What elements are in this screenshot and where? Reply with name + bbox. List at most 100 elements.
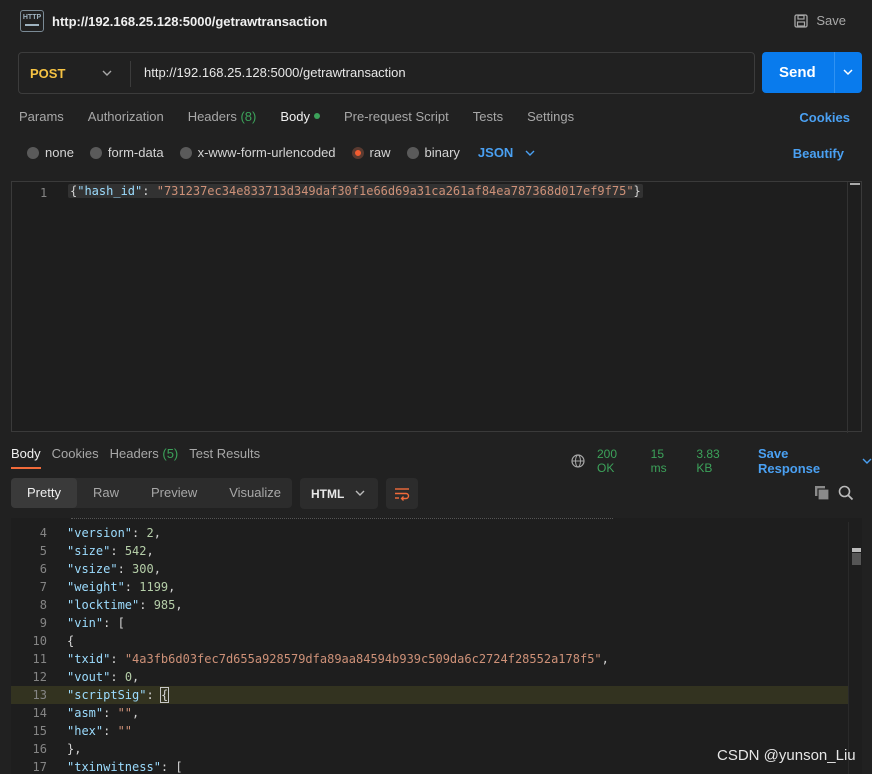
body-type-options: none form-data x-www-form-urlencoded raw… [27,145,535,160]
colon: : [103,724,118,738]
copy-icon[interactable] [814,485,830,501]
scrollbar-thumb[interactable] [850,183,860,185]
request-body-editor[interactable]: 1 {"hash_id": "731237ec34e833713d349daf3… [11,181,862,433]
response-tab-body[interactable]: Body [11,446,41,469]
radio-button[interactable] [406,146,419,159]
view-preview[interactable]: Preview [135,478,213,508]
colon: : [110,544,125,558]
tab-params[interactable]: Params [19,109,64,129]
status-code[interactable]: 200 OK [597,447,638,475]
tab-body[interactable]: Body [280,109,320,129]
response-meta: 200 OK 15 ms 3.83 KB Save Response [571,446,872,476]
scrollbar-thumb[interactable] [852,548,861,552]
beautify-button[interactable]: Beautify [793,146,844,161]
response-tab-test-results[interactable]: Test Results [189,446,260,469]
request-tab-title[interactable]: http://192.168.25.128:5000/getrawtransac… [52,14,327,29]
body-format-select[interactable]: JSON [478,145,535,160]
json-punctuation: , [153,526,161,540]
response-tab-headers-label: Headers [109,446,159,461]
json-key: "scriptSig" [67,688,147,702]
json-value: 542 [124,544,147,558]
radio-button-selected[interactable] [351,146,364,159]
code-text: "hex": "" [67,722,132,740]
tab-settings[interactable]: Settings [527,109,574,129]
json-value: 1199 [139,580,169,594]
radio-button[interactable] [179,146,192,159]
radio-none[interactable]: none [27,145,74,160]
chevron-down-icon [862,458,872,464]
code-line[interactable]: 7 "weight": 1199, [11,578,862,596]
radio-none-label: none [45,145,74,160]
method-select[interactable]: POST [30,66,65,81]
radio-form-data[interactable]: form-data [89,145,164,160]
chevron-down-icon[interactable] [101,68,113,78]
line-number: 17 [32,760,47,774]
view-raw[interactable]: Raw [77,478,135,508]
json-value: "" [117,706,133,720]
code-line[interactable]: 13 "scriptSig": { [11,686,862,704]
json-key: "version" [67,526,133,540]
tab-authorization[interactable]: Authorization [88,109,164,129]
radio-urlencoded[interactable]: x-www-form-urlencoded [179,145,336,160]
radio-raw[interactable]: raw [351,145,391,160]
line-number: 13 [32,688,47,702]
wrap-lines-button[interactable] [386,478,418,509]
json-punctuation: , [132,706,140,720]
tab-tests[interactable]: Tests [473,109,503,129]
tab-headers[interactable]: Headers (8) [188,109,257,129]
code-text: "vout": 0, [67,668,139,686]
http-icon: HTTP [20,10,44,32]
view-visualize[interactable]: Visualize [213,478,297,508]
code-line[interactable]: 11 "txid": "4a3fb6d03fec7d655a928579dfa89… [11,650,862,668]
json-punctuation: , [74,742,82,756]
cookies-link[interactable]: Cookies [799,110,850,125]
code-text: "asm": "", [67,704,139,722]
radio-urlencoded-label: x-www-form-urlencoded [197,145,336,160]
line-number: 11 [32,652,47,666]
code-line[interactable]: 4 "version": 2, [11,524,862,542]
save-button[interactable]: Save [794,13,846,28]
globe-icon[interactable] [571,454,585,468]
code-line[interactable]: 10 { [11,632,862,650]
request-body-code[interactable]: {"hash_id": "731237ec34e833713d349daf30f… [68,184,643,198]
code-line[interactable]: 6 "vsize": 300, [11,560,862,578]
code-line[interactable]: 14 "asm": "", [11,704,862,722]
code-line[interactable]: 15 "hex": "" [11,722,862,740]
code-line[interactable]: 12 "vout": 0, [11,668,862,686]
chevron-down-icon[interactable] [841,67,855,77]
response-tab-cookies[interactable]: Cookies [52,446,99,469]
request-editor-scrollbar[interactable] [847,182,861,433]
radio-binary[interactable]: binary [406,145,460,160]
chevron-down-icon [525,150,535,156]
code-line[interactable]: 9 "vin": [ [11,614,862,632]
tab-prerequest-script[interactable]: Pre-request Script [344,109,449,129]
json-key: "asm" [67,706,104,720]
save-response-button[interactable]: Save Response [758,446,872,476]
code-line[interactable]: 5 "size": 542, [11,542,862,560]
json-punctuation: , [132,670,140,684]
response-scrollbar[interactable] [848,522,862,774]
url-input[interactable]: http://192.168.25.128:5000/getrawtransac… [144,65,406,80]
radio-button[interactable] [27,146,39,159]
radio-form-data-label: form-data [107,145,164,160]
response-format-select[interactable]: HTML [300,478,378,509]
code-line[interactable]: 8 "locktime": 985, [11,596,862,614]
response-size[interactable]: 3.83 KB [696,447,739,475]
json-value: "" [117,724,133,738]
json-punctuation: , [168,580,176,594]
search-icon[interactable] [838,485,854,501]
response-tab-headers[interactable]: Headers (5) [110,446,179,469]
send-button[interactable]: Send [762,52,862,93]
json-punctuation: , [153,562,161,576]
code-text: { [67,632,74,650]
radio-binary-label: binary [424,145,460,160]
scrollbar-track-marker [852,553,861,565]
response-body-viewer[interactable]: 4 "version": 2, 5 "size": 542, 6 "vsize": 300… [11,518,862,774]
view-pretty[interactable]: Pretty [11,478,77,508]
scrolled-line-edge [71,518,613,520]
response-tabs: Body Cookies Headers (5) Test Results [11,446,271,469]
json-key: "hash_id" [77,184,143,198]
code-text: "size": 542, [67,542,154,560]
radio-button[interactable] [89,146,102,159]
response-time[interactable]: 15 ms [651,447,684,475]
